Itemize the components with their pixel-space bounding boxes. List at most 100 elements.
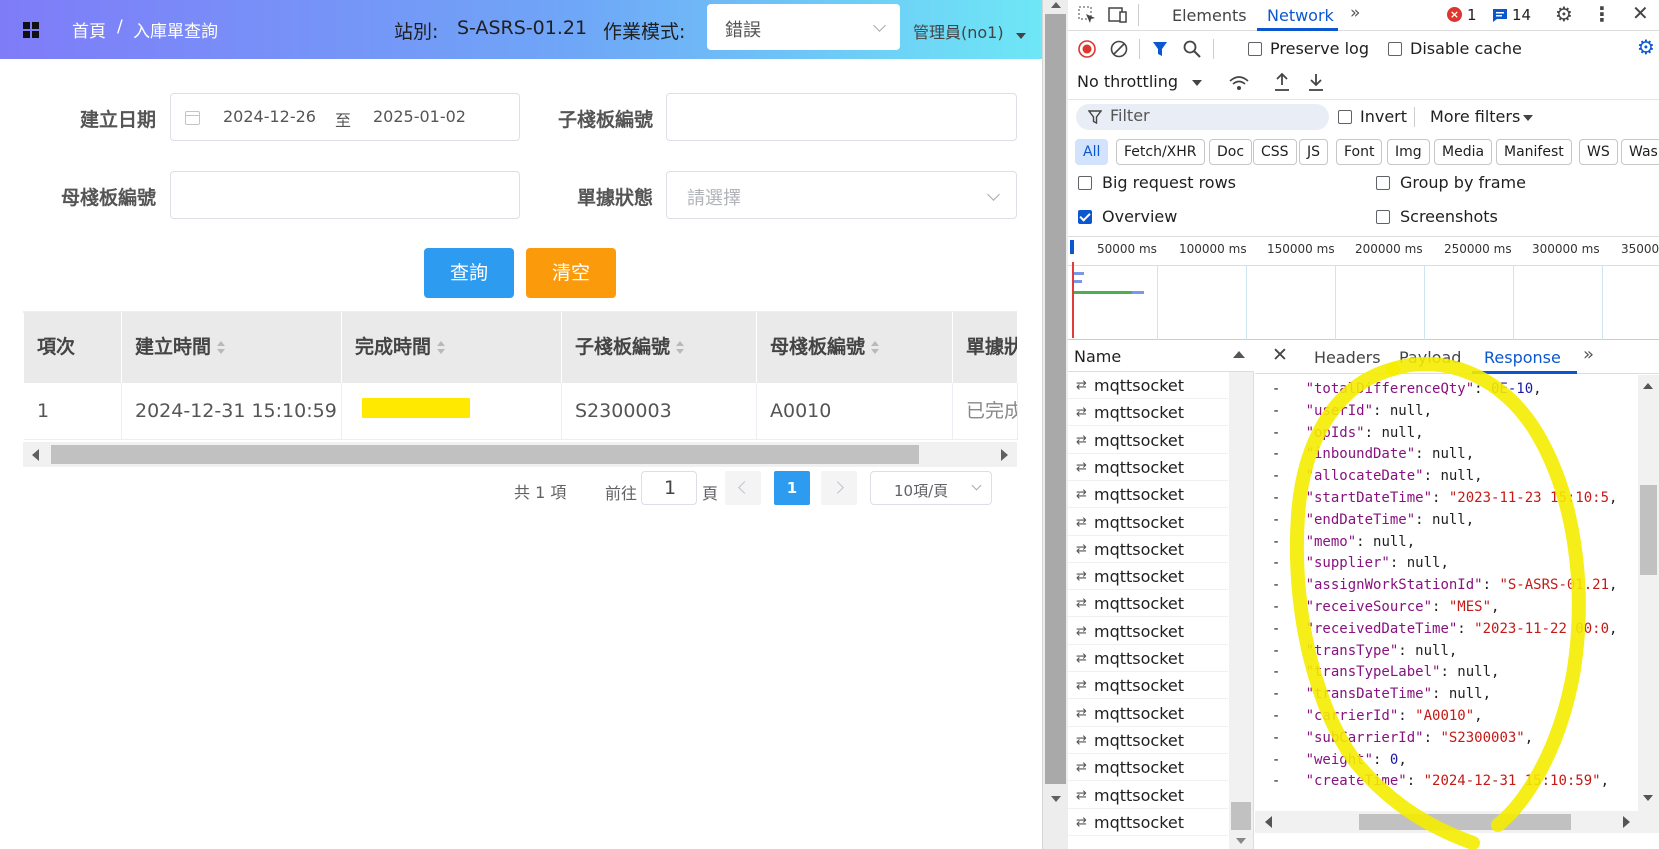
scrollbar-thumb[interactable] bbox=[51, 445, 919, 464]
sort-icon[interactable] bbox=[217, 340, 226, 355]
chip-img[interactable]: Img bbox=[1387, 139, 1430, 165]
search-icon[interactable] bbox=[1183, 40, 1201, 58]
stop-recording-icon[interactable] bbox=[1078, 40, 1096, 58]
response-body[interactable]: - "totalDifferenceQty": 0E-10, - "userId… bbox=[1255, 374, 1659, 849]
tab-headers[interactable]: Headers bbox=[1314, 348, 1381, 367]
scroll-down-icon[interactable] bbox=[1236, 838, 1246, 844]
chip-media[interactable]: Media bbox=[1434, 139, 1493, 165]
request-row[interactable]: ⇄ mqttsocket bbox=[1068, 782, 1228, 809]
scrollbar-thumb[interactable] bbox=[1231, 802, 1251, 830]
caret-down-icon[interactable] bbox=[1523, 115, 1533, 121]
request-row[interactable]: ⇄ mqttsocket bbox=[1068, 399, 1228, 427]
scroll-right-icon[interactable] bbox=[1001, 449, 1008, 461]
overview-checkbox[interactable] bbox=[1078, 210, 1092, 224]
page-size-select[interactable]: 10項/頁 bbox=[870, 471, 992, 505]
request-row[interactable]: ⇄ mqttsocket bbox=[1068, 754, 1228, 782]
request-row[interactable]: ⇄ mqttsocket bbox=[1068, 672, 1228, 700]
chip-fetch-xhr[interactable]: Fetch/XHR bbox=[1116, 139, 1205, 165]
sort-icon[interactable] bbox=[871, 340, 880, 355]
caret-down-icon[interactable] bbox=[1016, 33, 1026, 39]
col-carrier[interactable]: 母棧板編號 bbox=[757, 312, 953, 383]
date-start[interactable]: 2024-12-26 bbox=[223, 107, 316, 126]
request-row[interactable]: ⇄ mqttsocket bbox=[1068, 536, 1228, 563]
page-vertical-scrollbar[interactable] bbox=[1042, 0, 1068, 849]
more-tabs-icon[interactable]: » bbox=[1583, 344, 1594, 365]
scroll-left-icon[interactable] bbox=[32, 449, 39, 461]
chip-css[interactable]: CSS bbox=[1253, 139, 1297, 165]
preserve-log-checkbox[interactable] bbox=[1248, 42, 1262, 56]
message-count[interactable]: 14 bbox=[1512, 6, 1531, 24]
scroll-down-icon[interactable] bbox=[1051, 796, 1061, 802]
sort-icon[interactable] bbox=[437, 340, 446, 355]
scroll-up-icon[interactable] bbox=[1051, 2, 1061, 8]
scrollbar-thumb[interactable] bbox=[1640, 485, 1657, 575]
request-row[interactable]: ⇄ mqttsocket bbox=[1068, 509, 1228, 536]
next-page-button[interactable] bbox=[821, 471, 857, 505]
tab-elements[interactable]: Elements bbox=[1172, 6, 1247, 25]
scroll-up-icon[interactable] bbox=[1643, 383, 1653, 389]
response-vertical-scrollbar[interactable] bbox=[1638, 375, 1659, 811]
date-end[interactable]: 2025-01-02 bbox=[373, 107, 466, 126]
tab-payload[interactable]: Payload bbox=[1399, 348, 1461, 367]
table-row[interactable]: 1 2024-12-31 15:10:59 S2300003 A0010 已完成 bbox=[24, 383, 1018, 440]
chip-all[interactable]: All bbox=[1075, 139, 1109, 165]
status-select[interactable]: 請選擇 bbox=[666, 171, 1017, 219]
request-row[interactable]: ⇄ mqttsocket bbox=[1068, 427, 1228, 454]
settings-gear-icon[interactable]: ⚙ bbox=[1555, 2, 1573, 26]
sort-ascending-icon[interactable] bbox=[1233, 351, 1245, 358]
network-settings-gear-icon[interactable]: ⚙ bbox=[1637, 35, 1655, 59]
carrier-input[interactable] bbox=[170, 171, 520, 219]
filter-input[interactable]: Filter bbox=[1076, 104, 1329, 130]
scroll-left-icon[interactable] bbox=[1265, 816, 1272, 828]
chip-manifest[interactable]: Manifest bbox=[1496, 139, 1572, 165]
tab-network[interactable]: Network bbox=[1267, 6, 1334, 25]
upload-import-icon[interactable] bbox=[1274, 72, 1290, 92]
chip-font[interactable]: Font bbox=[1336, 139, 1383, 165]
request-row[interactable]: ⇄ mqttsocket bbox=[1068, 727, 1228, 754]
more-options-icon[interactable]: ⋮ bbox=[1592, 2, 1612, 26]
request-row[interactable]: ⇄ mqttsocket bbox=[1068, 645, 1228, 672]
pagination-goto-input[interactable]: 1 bbox=[641, 471, 697, 505]
chip-js[interactable]: JS bbox=[1299, 139, 1329, 165]
group-by-frame-checkbox[interactable] bbox=[1376, 176, 1390, 190]
table-horizontal-scrollbar[interactable] bbox=[23, 442, 1017, 467]
screenshots-checkbox[interactable] bbox=[1376, 210, 1390, 224]
clear-icon[interactable] bbox=[1110, 40, 1128, 58]
sort-icon[interactable] bbox=[676, 340, 685, 355]
request-row[interactable]: ⇄ mqttsocket bbox=[1068, 700, 1228, 727]
prev-page-button[interactable] bbox=[725, 471, 761, 505]
more-filters-button[interactable]: More filters bbox=[1430, 107, 1520, 126]
throttling-select[interactable]: No throttling bbox=[1077, 72, 1178, 91]
mode-select[interactable]: 錯誤 bbox=[707, 4, 900, 50]
download-export-icon[interactable] bbox=[1308, 72, 1324, 92]
disable-cache-checkbox[interactable] bbox=[1388, 42, 1402, 56]
request-row[interactable]: ⇄ mqttsocket bbox=[1068, 590, 1228, 618]
invert-checkbox[interactable] bbox=[1338, 110, 1352, 124]
scroll-right-icon[interactable] bbox=[1623, 816, 1630, 828]
error-count[interactable]: 1 bbox=[1467, 6, 1477, 24]
inspect-element-icon[interactable] bbox=[1078, 6, 1096, 24]
close-detail-icon[interactable]: ✕ bbox=[1272, 344, 1288, 366]
breadcrumb-home[interactable]: 首頁 bbox=[72, 17, 106, 42]
col-sub-carrier[interactable]: 子棧板編號 bbox=[562, 312, 757, 383]
col-completed[interactable]: 完成時間 bbox=[342, 312, 562, 383]
request-row[interactable]: ⇄ mqttsocket bbox=[1068, 809, 1228, 836]
search-button[interactable]: 查詢 bbox=[424, 248, 514, 298]
clear-button[interactable]: 清空 bbox=[526, 248, 616, 298]
chip-doc[interactable]: Doc bbox=[1209, 139, 1253, 165]
tab-response[interactable]: Response bbox=[1484, 348, 1561, 367]
caret-down-icon[interactable] bbox=[1192, 80, 1202, 86]
big-request-rows-checkbox[interactable] bbox=[1078, 176, 1092, 190]
col-created[interactable]: 建立時間 bbox=[122, 312, 342, 383]
chip-wasm[interactable]: Wasm bbox=[1621, 139, 1659, 165]
more-tabs-icon[interactable]: » bbox=[1350, 3, 1360, 23]
user-menu[interactable]: 管理員(no1) bbox=[913, 19, 1004, 43]
scrollbar-thumb[interactable] bbox=[1045, 14, 1066, 784]
request-row[interactable]: ⇄ mqttsocket bbox=[1068, 618, 1228, 645]
close-devtools-icon[interactable]: ✕ bbox=[1632, 1, 1649, 25]
chip-ws[interactable]: WS bbox=[1579, 139, 1618, 165]
device-toolbar-icon[interactable] bbox=[1108, 6, 1128, 24]
scrollbar-thumb[interactable] bbox=[1359, 814, 1571, 830]
message-icon[interactable] bbox=[1492, 8, 1508, 23]
scroll-down-icon[interactable] bbox=[1643, 795, 1653, 801]
